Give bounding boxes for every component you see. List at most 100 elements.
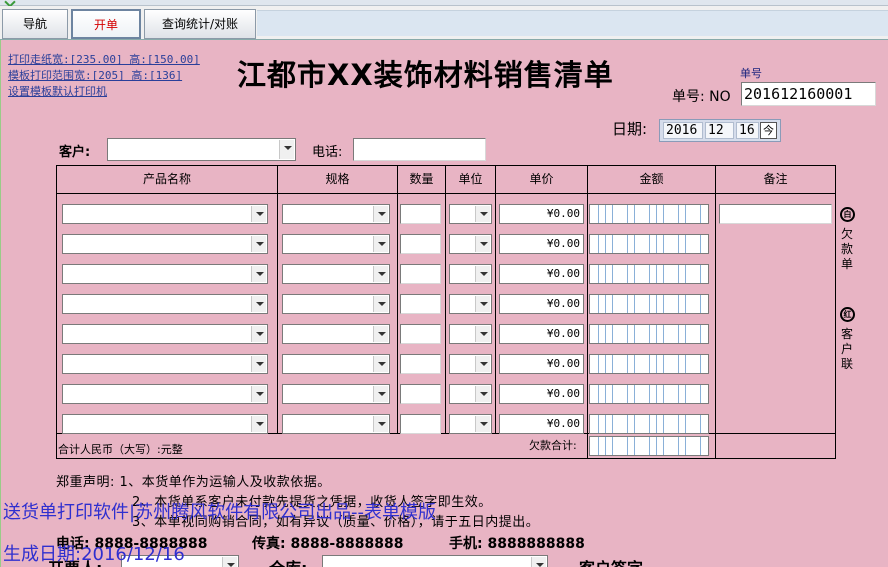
- watermark-line-2: 生成日期:2016/12/16: [3, 544, 185, 565]
- quantity-field[interactable]: [400, 204, 441, 224]
- unit-select[interactable]: [449, 204, 492, 224]
- chevron-down-icon[interactable]: [251, 266, 266, 282]
- unit-select[interactable]: [449, 414, 492, 434]
- spec-select[interactable]: [282, 324, 390, 344]
- chevron-down-icon[interactable]: [475, 266, 490, 282]
- customer-copy-label: 客户联: [840, 327, 853, 371]
- unit-price-field[interactable]: ¥0.00: [499, 324, 584, 344]
- template-range-link[interactable]: 模板打印范围宽:[205] 高:[136]: [8, 67, 182, 83]
- quantity-field[interactable]: [400, 234, 441, 254]
- chevron-down-icon[interactable]: [373, 356, 388, 372]
- amount-cells: [589, 234, 709, 254]
- product-select[interactable]: [62, 354, 268, 374]
- chevron-down-icon[interactable]: [251, 236, 266, 252]
- quantity-field[interactable]: [400, 414, 441, 434]
- unit-select[interactable]: [449, 264, 492, 284]
- chevron-down-icon[interactable]: [251, 206, 266, 222]
- chevron-down-icon[interactable]: [251, 386, 266, 402]
- chevron-down-icon[interactable]: [251, 296, 266, 312]
- spec-select[interactable]: [282, 234, 390, 254]
- chevron-down-icon[interactable]: [222, 557, 237, 567]
- unit-select[interactable]: [449, 324, 492, 344]
- chevron-down-icon[interactable]: [475, 296, 490, 312]
- product-select[interactable]: [62, 264, 268, 284]
- total-rmb-label: 合计人民币（大写）:元整: [58, 443, 183, 456]
- chevron-down-icon[interactable]: [373, 326, 388, 342]
- watermark-line-1: 送货单打印软件|苏州腾风软件有限公司出品--表单模版: [3, 502, 437, 523]
- chevron-down-icon[interactable]: [251, 416, 266, 432]
- warehouse-select[interactable]: [322, 555, 548, 567]
- unit-select[interactable]: [449, 294, 492, 314]
- spec-select[interactable]: [282, 204, 390, 224]
- product-select[interactable]: [62, 234, 268, 254]
- quantity-field[interactable]: [400, 294, 441, 314]
- unit-price-field[interactable]: ¥0.00: [499, 384, 584, 404]
- quantity-field[interactable]: [400, 384, 441, 404]
- customer-select[interactable]: [107, 138, 296, 161]
- spec-select[interactable]: [282, 354, 390, 374]
- col-header-product: 产品名称: [142, 172, 191, 186]
- quantity-field[interactable]: [400, 264, 441, 284]
- chevron-down-icon[interactable]: [251, 356, 266, 372]
- unit-select[interactable]: [449, 384, 492, 404]
- product-select[interactable]: [62, 204, 268, 224]
- col-header-price: 单价: [529, 172, 554, 186]
- amount-cells: [589, 324, 709, 344]
- tab-new-order[interactable]: 开单: [71, 9, 141, 39]
- spec-select[interactable]: [282, 294, 390, 314]
- contact-fax: 传真: 8888-8888888: [252, 536, 404, 552]
- chevron-down-icon[interactable]: [475, 236, 490, 252]
- unit-select[interactable]: [449, 234, 492, 254]
- date-day[interactable]: 16: [736, 122, 759, 139]
- unit-price-field[interactable]: ¥0.00: [499, 354, 584, 374]
- product-select[interactable]: [62, 324, 268, 344]
- chevron-down-icon[interactable]: [373, 236, 388, 252]
- tab-navigation[interactable]: 导航: [2, 9, 68, 39]
- tab-query-statistics[interactable]: 查询统计/对账: [144, 9, 256, 39]
- chevron-down-icon[interactable]: [373, 206, 388, 222]
- remark-field[interactable]: [719, 204, 832, 224]
- amount-cells: [589, 294, 709, 314]
- chevron-down-icon[interactable]: [475, 356, 490, 372]
- chevron-down-icon[interactable]: [373, 296, 388, 312]
- customer-signature-label: 客户签字: [579, 555, 643, 567]
- order-number-label: 单号: NO: [672, 89, 731, 105]
- spec-select[interactable]: [282, 384, 390, 404]
- order-number-field[interactable]: 201612160001: [741, 82, 876, 106]
- amount-cells: [589, 354, 709, 374]
- product-select[interactable]: [62, 294, 268, 314]
- chevron-down-icon[interactable]: [475, 416, 490, 432]
- chevron-down-icon[interactable]: [475, 206, 490, 222]
- unit-price-field[interactable]: ¥0.00: [499, 294, 584, 314]
- product-select[interactable]: [62, 384, 268, 404]
- paper-size-link[interactable]: 打印走纸宽:[235.00] 高:[150.00]: [8, 51, 200, 67]
- chevron-down-icon[interactable]: [373, 266, 388, 282]
- date-month[interactable]: 12: [705, 122, 734, 139]
- phone-field[interactable]: [353, 138, 486, 161]
- chevron-down-icon[interactable]: [475, 386, 490, 402]
- quantity-field[interactable]: [400, 354, 441, 374]
- unit-price-field[interactable]: ¥0.00: [499, 414, 584, 434]
- debt-total-label: 欠款合计:: [529, 439, 577, 452]
- calendar-icon[interactable]: 今: [760, 122, 777, 139]
- chevron-down-icon[interactable]: [373, 386, 388, 402]
- amount-cells: [589, 264, 709, 284]
- quantity-field[interactable]: [400, 324, 441, 344]
- chevron-down-icon[interactable]: [531, 557, 546, 567]
- contact-mobile: 手机: 8888888888: [449, 536, 585, 552]
- product-select[interactable]: [62, 414, 268, 434]
- default-printer-link[interactable]: 设置模板默认打印机: [8, 83, 107, 99]
- spec-select[interactable]: [282, 264, 390, 284]
- debt-form-label: 欠款单: [840, 227, 853, 271]
- unit-price-field[interactable]: ¥0.00: [499, 264, 584, 284]
- unit-price-field[interactable]: ¥0.00: [499, 204, 584, 224]
- chevron-down-icon[interactable]: [251, 326, 266, 342]
- chevron-down-icon[interactable]: [279, 140, 294, 159]
- spec-select[interactable]: [282, 414, 390, 434]
- unit-select[interactable]: [449, 354, 492, 374]
- unit-price-field[interactable]: ¥0.00: [499, 234, 584, 254]
- date-year[interactable]: 2016: [663, 122, 703, 139]
- chevron-down-icon[interactable]: [475, 326, 490, 342]
- chevron-down-icon[interactable]: [373, 416, 388, 432]
- date-picker[interactable]: 2016 12 16 今: [659, 119, 781, 142]
